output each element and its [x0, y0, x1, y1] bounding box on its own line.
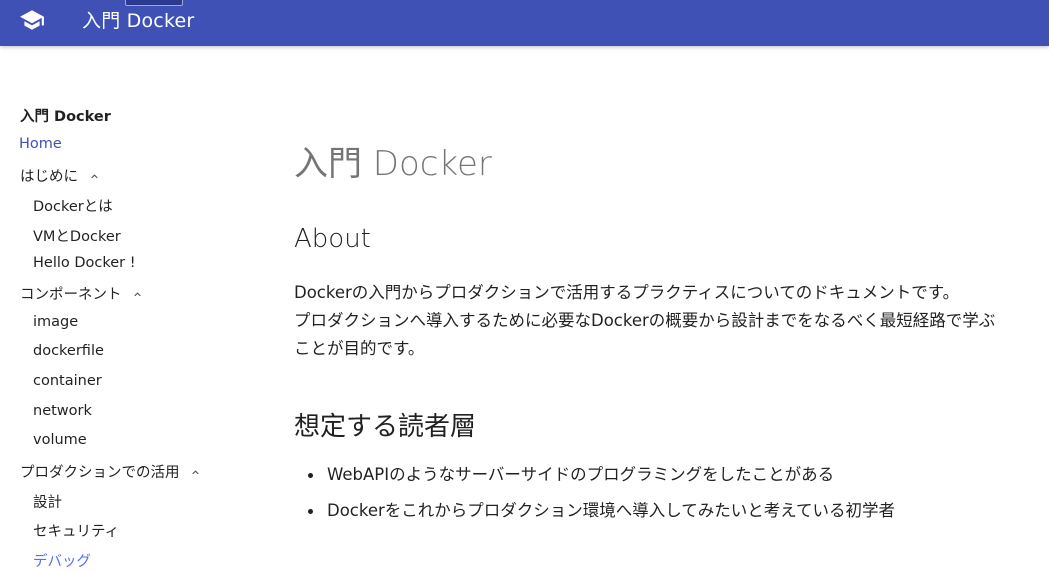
- sidebar-item-dockerfile[interactable]: dockerfile: [33, 343, 104, 359]
- about-line: ことが目的です。: [294, 339, 425, 358]
- sidebar-item-label: VMとDocker: [33, 229, 121, 245]
- sidebar-item-container[interactable]: container: [33, 373, 102, 389]
- sidebar-section-intro[interactable]: はじめに: [20, 165, 98, 186]
- audience-list: WebAPIのようなサーバーサイドのプログラミングをしたことがある Docker…: [294, 460, 895, 532]
- sidebar-item-label: image: [33, 314, 79, 330]
- sidebar-section-components[interactable]: コンポーネント: [20, 283, 141, 304]
- sidebar-item-security[interactable]: セキュリティ: [33, 520, 119, 541]
- sidebar-item-label: container: [33, 373, 102, 389]
- header-title[interactable]: 入門 Docker: [82, 6, 194, 33]
- sidebar-item-network[interactable]: network: [33, 403, 92, 419]
- about-line: Dockerの入門からプロダクションで活用するプラクティスについてのドキュメント…: [294, 283, 960, 302]
- chevron-up-icon: [134, 291, 141, 296]
- section-heading-about: About: [294, 224, 371, 254]
- sidebar-item-design[interactable]: 設計: [33, 491, 62, 512]
- sidebar-item-image[interactable]: image: [33, 314, 78, 330]
- school-icon[interactable]: [19, 7, 45, 33]
- sidebar-item-home[interactable]: Home: [19, 136, 62, 152]
- about-line: プロダクションへ導入するために必要なDockerの概要から設計までをなるべく最短…: [294, 311, 996, 330]
- sidebar-item-label: はじめに: [20, 169, 78, 185]
- sidebar-item-vm-and-docker[interactable]: VMとDocker: [33, 225, 121, 246]
- chevron-up-icon: [90, 173, 98, 178]
- sidebar-item-label: Hello Docker !: [33, 255, 136, 271]
- sidebar-title: 入門 Docker: [20, 109, 111, 125]
- sidebar-item-label: dockerfile: [33, 343, 104, 359]
- section-heading-audience: 想定する読者層: [294, 412, 477, 442]
- page-title: 入門 Docker: [294, 144, 492, 184]
- sidebar-item-debug[interactable]: デバッグ: [33, 550, 91, 571]
- list-item: Dockerをこれからプロダクション環境へ導入してみたいと考えている初学者: [294, 496, 895, 532]
- sidebar-section-production[interactable]: プロダクションでの活用: [20, 461, 199, 482]
- sidebar-item-label: セキュリティ: [33, 524, 120, 540]
- sidebar-item-label: volume: [33, 432, 87, 448]
- sidebar-item-label: デバッグ: [33, 554, 91, 570]
- sidebar-item-what-is-docker[interactable]: Dockerとは: [33, 195, 113, 216]
- app-header: 入門 Docker: [0, 0, 1049, 46]
- chevron-up-icon: [192, 469, 199, 474]
- sidebar-item-label: Home: [19, 136, 62, 152]
- sidebar-item-label: プロダクションでの活用: [20, 465, 180, 481]
- sidebar-item-hello-docker[interactable]: Hello Docker !: [33, 255, 136, 271]
- sidebar-item-label: コンポーネント: [20, 287, 122, 303]
- list-item: WebAPIのようなサーバーサイドのプログラミングをしたことがある: [294, 460, 895, 496]
- sidebar-item-label: Dockerとは: [33, 199, 113, 215]
- about-paragraph: Dockerの入門からプロダクションで活用するプラクティスについてのドキュメント…: [294, 279, 1039, 363]
- sidebar-item-label: network: [33, 403, 92, 419]
- sidebar-item-volume[interactable]: volume: [33, 432, 87, 448]
- sidebar-item-label: 設計: [33, 495, 62, 511]
